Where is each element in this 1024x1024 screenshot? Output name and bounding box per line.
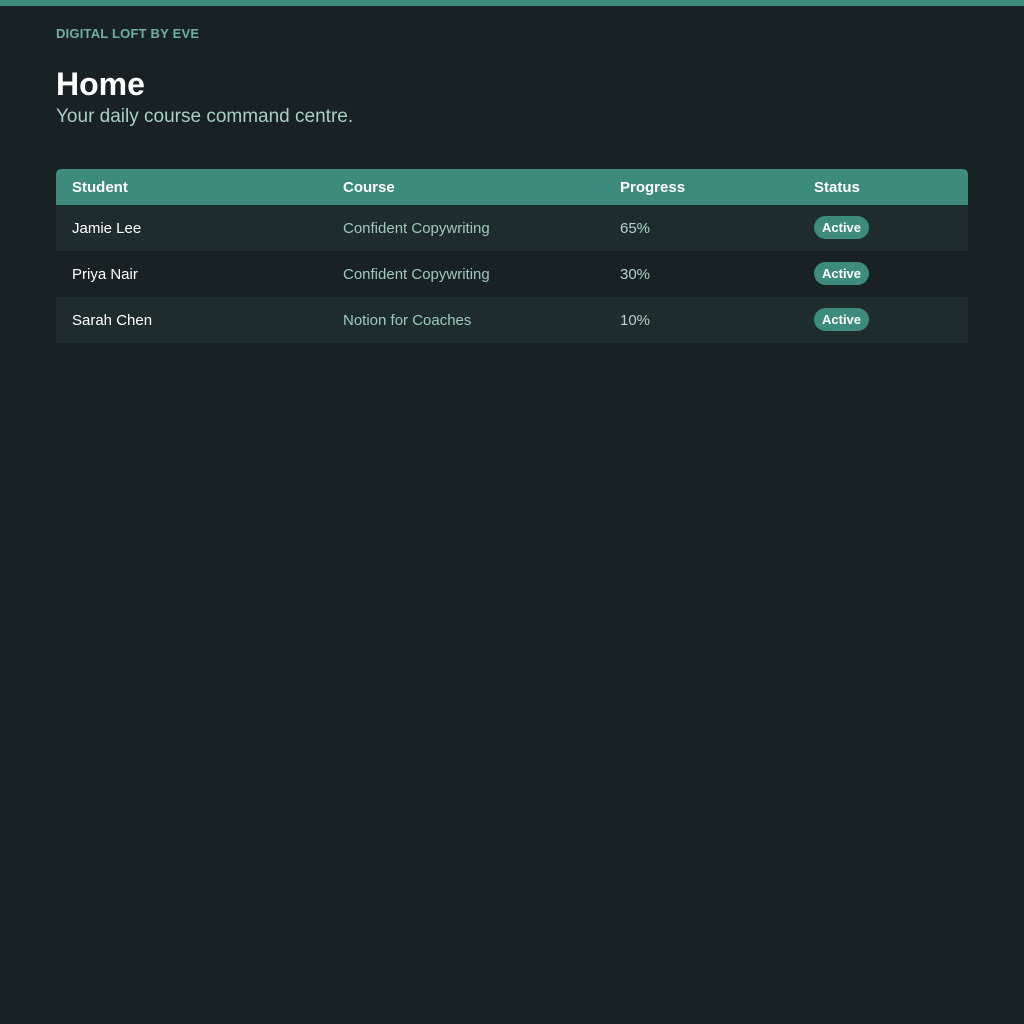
column-header-student[interactable]: Student — [72, 179, 128, 196]
table-row[interactable]: Jamie Lee Confident Copywriting 65% Acti… — [56, 205, 968, 251]
progress-value: 65% — [620, 220, 651, 237]
column-header-progress[interactable]: Progress — [620, 179, 685, 196]
page-title: Home — [56, 66, 145, 102]
student-name: Priya Nair — [72, 266, 138, 283]
column-header-course[interactable]: Course — [343, 179, 395, 196]
students-table: Student Course Progress Status Jamie Lee… — [56, 169, 968, 343]
course-name: Confident Copywriting — [343, 266, 490, 283]
page-subtitle: Your daily course command centre. — [56, 106, 354, 127]
top-accent-bar — [0, 0, 1024, 6]
student-name: Jamie Lee — [72, 220, 142, 237]
table-row[interactable]: Sarah Chen Notion for Coaches 10% Active — [56, 297, 968, 343]
status-badge: Active — [814, 308, 870, 331]
table-row[interactable]: Priya Nair Confident Copywriting 30% Act… — [56, 251, 968, 297]
status-badge: Active — [814, 216, 870, 239]
course-name: Confident Copywriting — [343, 220, 490, 237]
column-header-status[interactable]: Status — [814, 179, 860, 196]
student-name: Sarah Chen — [72, 312, 153, 329]
progress-value: 30% — [620, 266, 651, 283]
brand-label[interactable]: DIGITAL LOFT BY EVE — [56, 26, 199, 41]
table-header: Student Course Progress Status — [56, 169, 968, 205]
status-badge: Active — [814, 262, 870, 285]
course-name: Notion for Coaches — [343, 312, 472, 329]
progress-value: 10% — [620, 312, 651, 329]
